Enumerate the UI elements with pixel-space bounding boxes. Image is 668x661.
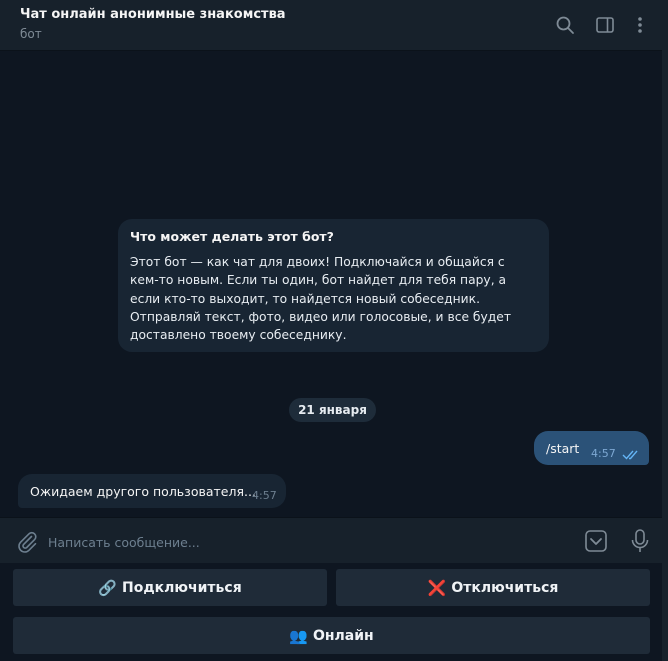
disconnect-button-label: Отключиться — [451, 579, 559, 596]
link-icon: 🔗 — [98, 578, 117, 597]
bot-intro-title: Что может делать этот бот? — [130, 229, 334, 244]
message-time: 4:57 — [591, 447, 616, 460]
message-time: 4:57 — [252, 489, 277, 502]
read-ticks-icon — [622, 446, 642, 460]
bot-keyboard-icon[interactable] — [584, 529, 608, 553]
microphone-icon[interactable] — [628, 528, 652, 552]
search-icon[interactable] — [554, 14, 576, 36]
bot-intro-card: Что может делать этот бот? Этот бот — ка… — [118, 219, 549, 352]
chat-title[interactable]: Чат онлайн анонимные знакомства — [20, 7, 286, 22]
incoming-message[interactable]: Ожидаем другого пользователя... 4:57 — [18, 474, 286, 508]
connect-button-label: Подключиться — [122, 579, 242, 596]
outgoing-message[interactable]: /start 4:57 — [534, 431, 649, 465]
more-vertical-icon[interactable] — [629, 14, 651, 36]
message-composer — [0, 517, 662, 564]
disconnect-button[interactable]: ❌ Отключиться — [336, 569, 650, 606]
chat-subtitle: бот — [20, 27, 42, 41]
bot-intro-text: Этот бот — как чат для двоих! Подключайс… — [130, 255, 512, 343]
online-button-label: Онлайн — [312, 627, 374, 644]
chat-header: Чат онлайн анонимные знакомства бот — [0, 0, 662, 51]
people-icon: 👥 — [289, 626, 308, 645]
connect-button[interactable]: 🔗 Подключиться — [13, 569, 327, 606]
sidebar-toggle-icon[interactable] — [594, 14, 616, 36]
message-text[interactable]: /start — [546, 441, 579, 456]
window-right-edge — [662, 0, 668, 661]
date-separator: 21 января — [289, 398, 376, 422]
message-input[interactable] — [46, 528, 570, 556]
online-button[interactable]: 👥 Онлайн — [13, 617, 650, 654]
cross-mark-icon: ❌ — [427, 578, 447, 597]
attach-icon[interactable] — [15, 529, 39, 553]
bot-reply-keyboard: 🔗 Подключиться ❌ Отключиться 👥 Онлайн — [0, 563, 662, 661]
message-text: Ожидаем другого пользователя... — [30, 484, 256, 499]
